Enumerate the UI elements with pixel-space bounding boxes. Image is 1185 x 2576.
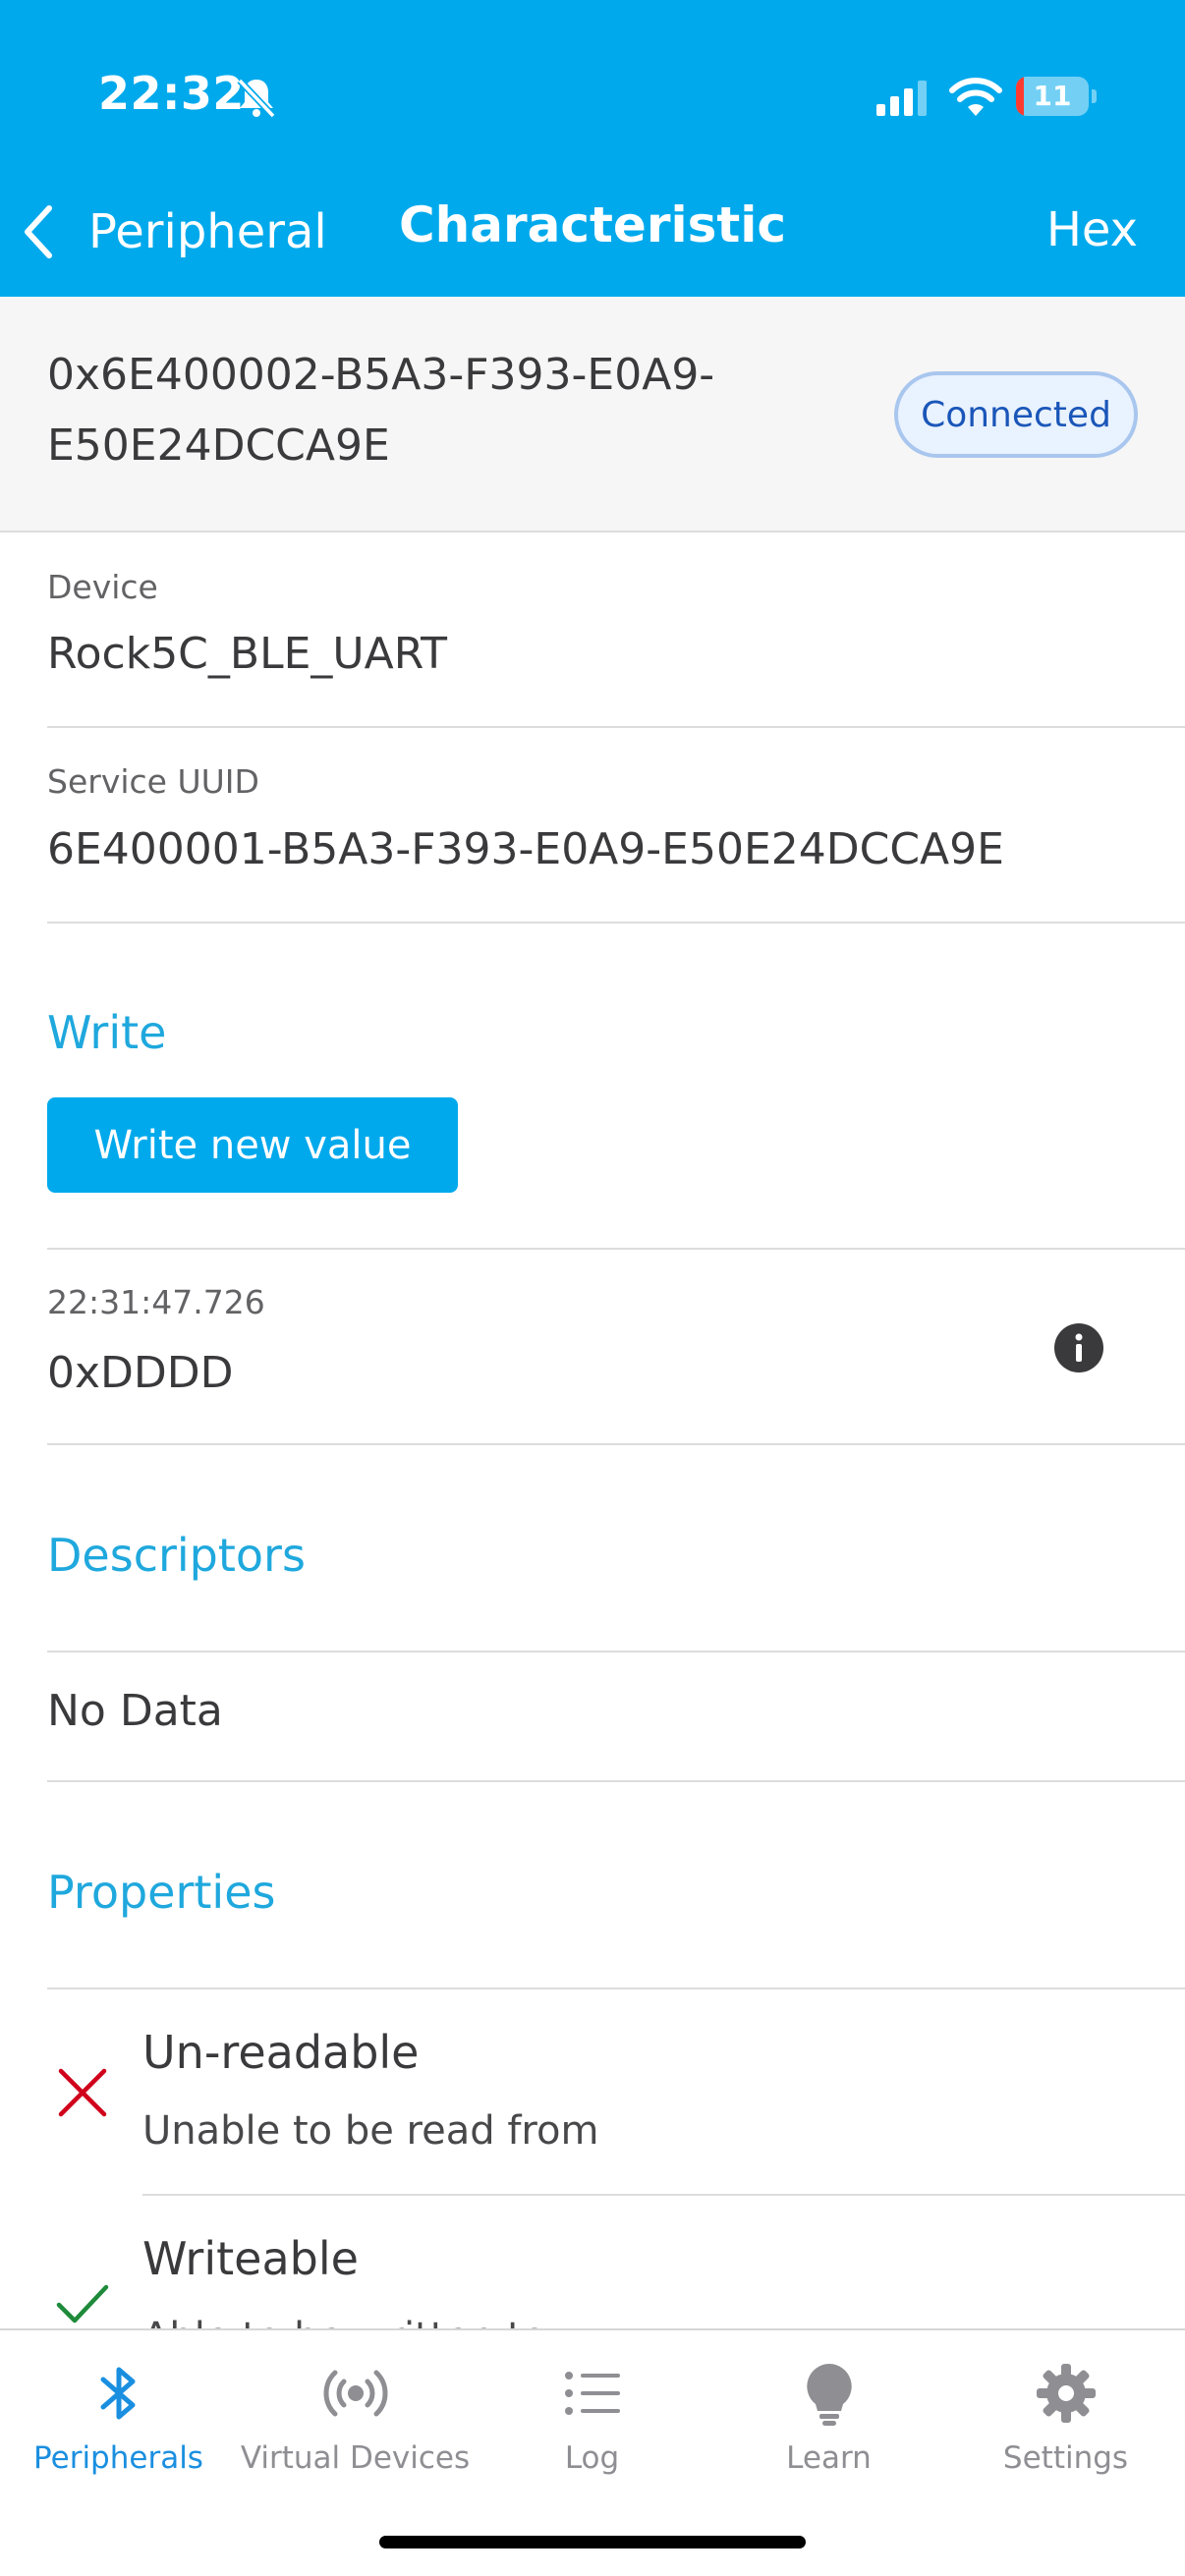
characteristic-uuid-line2: E50E24DCCA9E: [47, 420, 390, 471]
service-uuid-label: Service UUID: [47, 762, 259, 801]
list-icon: [564, 2372, 620, 2415]
bluetooth-icon: [100, 2367, 135, 2420]
tab-label: Virtual Devices: [240, 2440, 471, 2476]
info-icon[interactable]: [1053, 1322, 1104, 1373]
property-description: Unable to be read from: [142, 2108, 599, 2154]
divider: [47, 1988, 1185, 1989]
characteristic-uuid: 0x6E400002-B5A3-F393-E0A9- E50E24DCCA9E: [47, 340, 833, 481]
back-button[interactable]: Peripheral: [20, 193, 327, 271]
divider: [47, 1443, 1185, 1445]
divider: [47, 726, 1185, 728]
tab-label: Settings: [1002, 2440, 1129, 2476]
navigation-header: 22:32 11 Peripheral Characteristic Hex: [0, 0, 1185, 297]
cross-icon: [58, 2068, 107, 2117]
characteristic-uuid-line1: 0x6E400002-B5A3-F393-E0A9-: [47, 350, 715, 400]
property-title: Writeable: [142, 2232, 359, 2285]
divider: [47, 1780, 1185, 1782]
property-title: Un-readable: [142, 2026, 420, 2079]
divider: [142, 2194, 1185, 2196]
connection-status-badge: Connected: [894, 371, 1138, 458]
tab-label: Peripherals: [33, 2440, 203, 2476]
divider: [47, 1651, 1185, 1652]
battery-icon: 11: [1016, 77, 1097, 116]
wifi-icon: [949, 78, 1002, 116]
written-value: 0xDDDD: [47, 1348, 234, 1398]
chevron-left-icon: [25, 205, 52, 258]
device-name: Rock5C_BLE_UART: [47, 629, 447, 679]
device-label: Device: [47, 568, 158, 606]
divider: [47, 1248, 1185, 1250]
descriptors-section-title: Descriptors: [47, 1529, 306, 1582]
service-uuid-value: 6E400001-B5A3-F393-E0A9-E50E24DCCA9E: [47, 824, 1004, 874]
tab-learn[interactable]: Learn: [710, 2330, 947, 2497]
gear-icon: [1036, 2364, 1096, 2423]
tab-virtual-devices[interactable]: Virtual Devices: [237, 2330, 474, 2497]
tab-label: Learn: [786, 2440, 872, 2476]
properties-section-title: Properties: [47, 1866, 276, 1919]
back-button-label: Peripheral: [88, 204, 327, 259]
write-timestamp: 22:31:47.726: [47, 1283, 265, 1321]
write-section-title: Write: [47, 1006, 167, 1059]
tab-settings[interactable]: Settings: [947, 2330, 1184, 2497]
bell-slash-icon: [237, 78, 276, 119]
lightbulb-icon: [806, 2364, 852, 2426]
tab-peripherals[interactable]: Peripherals: [0, 2330, 237, 2497]
divider: [47, 922, 1185, 924]
checkmark-icon: [56, 2284, 109, 2324]
home-indicator: [379, 2536, 806, 2548]
battery-level: 11: [1033, 80, 1072, 112]
write-new-value-button[interactable]: Write new value: [47, 1097, 458, 1193]
tab-label: Log: [564, 2440, 620, 2476]
broadcast-icon: [323, 2370, 387, 2417]
hex-toggle-button[interactable]: Hex: [1046, 202, 1138, 257]
status-time: 22:32: [98, 67, 245, 120]
characteristic-header: 0x6E400002-B5A3-F393-E0A9- E50E24DCCA9E …: [0, 297, 1185, 532]
tab-log[interactable]: Log: [474, 2330, 710, 2497]
descriptors-empty-text: No Data: [47, 1686, 223, 1736]
cellular-signal-icon: [876, 81, 927, 116]
